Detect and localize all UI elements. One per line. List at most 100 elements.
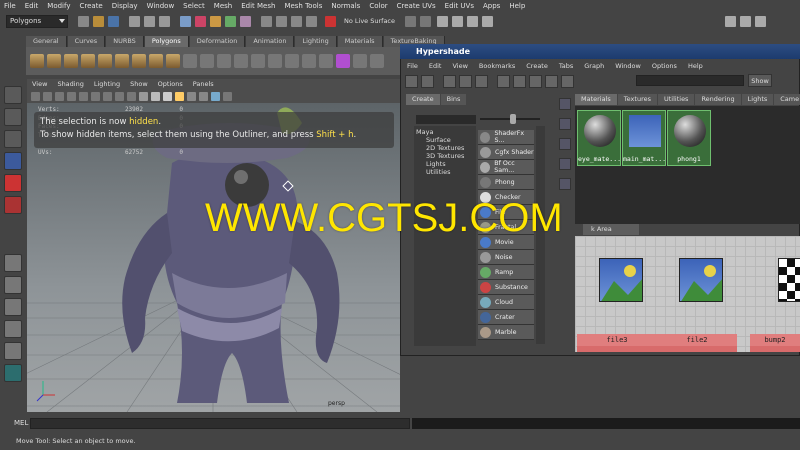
- hypershade-filter-input[interactable]: [636, 75, 744, 86]
- hypershade-menu-bookmarks[interactable]: Bookmarks: [473, 60, 520, 72]
- viewport-menu-show[interactable]: Show: [125, 79, 153, 89]
- menu-mesh-tools[interactable]: Mesh Tools: [280, 2, 327, 10]
- film-gate-icon[interactable]: [79, 91, 88, 101]
- field-chart-icon[interactable]: [115, 91, 124, 101]
- select-by-surface-icon[interactable]: [225, 15, 236, 27]
- output-connections-icon[interactable]: [561, 75, 574, 88]
- shelf-tab-materials[interactable]: Materials: [337, 36, 383, 47]
- paint-select-tool-icon[interactable]: [4, 130, 22, 148]
- hypershade-menu-help[interactable]: Help: [682, 60, 708, 72]
- file-node-ports[interactable]: [657, 346, 737, 352]
- menu-help[interactable]: Help: [505, 2, 530, 10]
- node-list-item[interactable]: Cgfx Shader: [478, 145, 534, 160]
- hypershade-menu-options[interactable]: Options: [646, 60, 682, 72]
- node-list-item[interactable]: Ramp: [478, 265, 534, 280]
- shelf-tab-curves[interactable]: Curves: [67, 36, 106, 47]
- shelf-tab-deformation[interactable]: Deformation: [189, 36, 246, 47]
- grid-toggle-icon[interactable]: [67, 91, 76, 101]
- layout-top-icon[interactable]: [443, 75, 456, 88]
- menu-apps[interactable]: Apps: [479, 2, 505, 10]
- persp-graph-layout-icon[interactable]: [4, 320, 22, 338]
- tree-item-surface[interactable]: Surface: [416, 136, 474, 144]
- menu-window[interactable]: Window: [143, 2, 180, 10]
- multicut-icon[interactable]: [353, 54, 367, 68]
- poly-prism-icon[interactable]: [132, 54, 146, 68]
- menu-edit[interactable]: Edit: [21, 2, 44, 10]
- smooth-shade-icon[interactable]: [151, 91, 160, 101]
- lasso-tool-icon[interactable]: [4, 108, 22, 126]
- ipr-render-icon[interactable]: [452, 15, 464, 27]
- channel-box-toggle-icon[interactable]: [740, 15, 752, 27]
- material-swatch-eye[interactable]: eye_mate...: [577, 110, 621, 166]
- mirror-icon[interactable]: [268, 54, 282, 68]
- snap-point-icon[interactable]: [291, 15, 302, 27]
- viewport-menu-lighting[interactable]: Lighting: [89, 79, 125, 89]
- input-connections-icon[interactable]: [529, 75, 542, 88]
- history-icon[interactable]: [405, 15, 417, 27]
- tab-utilities[interactable]: Utilities: [657, 94, 695, 105]
- menu-edit-uvs[interactable]: Edit UVs: [441, 2, 479, 10]
- select-by-joint-icon[interactable]: [195, 15, 206, 27]
- viewport-menu-panels[interactable]: Panels: [188, 79, 219, 89]
- render-view-icon[interactable]: [559, 158, 571, 170]
- isolate-select-icon[interactable]: [223, 91, 232, 101]
- image-plane-icon[interactable]: [55, 91, 64, 101]
- scale-tool-icon[interactable]: [4, 196, 22, 214]
- work-area-tab[interactable]: k Area: [583, 224, 639, 235]
- menu-create[interactable]: Create: [75, 2, 107, 10]
- file-node[interactable]: file3: [577, 236, 657, 352]
- gate-mask-icon[interactable]: [103, 91, 112, 101]
- menu-normals[interactable]: Normals: [327, 2, 365, 10]
- swatch-size-slider-handle[interactable]: [510, 114, 516, 124]
- shelf-tab-lighting[interactable]: Lighting: [295, 36, 337, 47]
- command-input[interactable]: [30, 417, 410, 429]
- construction-history-icon[interactable]: [420, 15, 432, 27]
- poly-plane-icon[interactable]: [98, 54, 112, 68]
- menu-create-uvs[interactable]: Create UVs: [393, 2, 441, 10]
- tree-item-lights[interactable]: Lights: [416, 160, 474, 168]
- select-object-icon[interactable]: [144, 15, 155, 27]
- tab-came[interactable]: Came: [774, 94, 800, 105]
- tree-item-utilities[interactable]: Utilities: [416, 168, 474, 176]
- xray-icon[interactable]: [211, 91, 220, 101]
- material-swatch-phong[interactable]: phong1: [667, 110, 711, 166]
- menu-modify[interactable]: Modify: [43, 2, 75, 10]
- live-surface-label[interactable]: No Live Surface: [344, 17, 395, 25]
- snap-grid-icon[interactable]: [261, 15, 272, 27]
- tree-item-maya[interactable]: Maya: [416, 128, 474, 136]
- file-node[interactable]: file2: [657, 236, 737, 352]
- hypershade-menu-file[interactable]: File: [401, 60, 423, 72]
- hypershade-menu-create[interactable]: Create: [520, 60, 553, 72]
- render-settings-icon[interactable]: [467, 15, 479, 27]
- bump-node[interactable]: bump2: [750, 236, 800, 352]
- sidebar-toggle-icon[interactable]: [725, 15, 737, 27]
- four-view-layout-icon[interactable]: [4, 276, 22, 294]
- snap-curve-icon[interactable]: [276, 15, 287, 27]
- tab-create[interactable]: Create: [406, 94, 440, 105]
- cube-purple-icon[interactable]: [336, 54, 350, 68]
- poly-sphere-icon[interactable]: [30, 54, 44, 68]
- tab-materials[interactable]: Materials: [575, 94, 617, 105]
- magnet-icon[interactable]: [325, 15, 336, 27]
- tree-item-3d-textures[interactable]: 3D Textures: [416, 152, 474, 160]
- shelf-tab-animation[interactable]: Animation: [246, 36, 295, 47]
- select-by-handle-icon[interactable]: [180, 15, 191, 27]
- layout-options-icon[interactable]: [4, 342, 22, 360]
- graph-icon[interactable]: [559, 118, 571, 130]
- shelf-tab-nurbs[interactable]: NURBS: [106, 36, 144, 47]
- hypershade-menu-view[interactable]: View: [446, 60, 472, 72]
- render-frame-icon[interactable]: [437, 15, 449, 27]
- bump-node-ports[interactable]: [750, 346, 800, 352]
- graph-materials-icon[interactable]: [405, 75, 418, 88]
- node-list-item[interactable]: Noise: [478, 250, 534, 265]
- viewport-menu-view[interactable]: View: [27, 79, 52, 89]
- ambient-occlusion-icon[interactable]: [199, 91, 208, 101]
- separate-icon[interactable]: [200, 54, 214, 68]
- extrude-icon[interactable]: [285, 54, 299, 68]
- resolution-gate-icon[interactable]: [91, 91, 100, 101]
- safe-action-icon[interactable]: [127, 91, 136, 101]
- bookmark-icon[interactable]: [43, 91, 52, 101]
- target-weld-icon[interactable]: [370, 54, 384, 68]
- bridge-icon[interactable]: [302, 54, 316, 68]
- menu-mesh[interactable]: Mesh: [210, 2, 237, 10]
